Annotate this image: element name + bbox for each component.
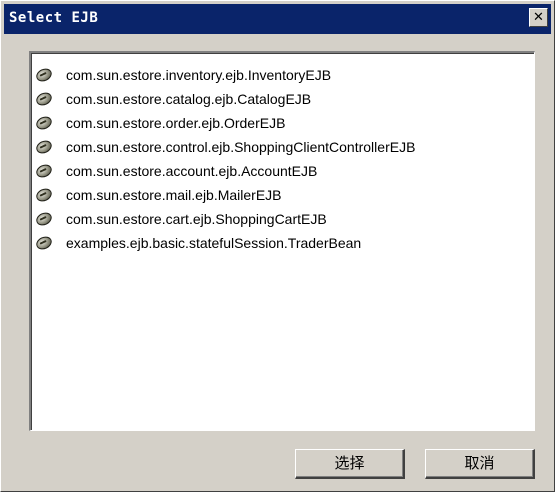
list-item[interactable]: examples.ejb.basic.statefulSession.Trade…	[34, 231, 415, 255]
list-item[interactable]: com.sun.estore.inventory.ejb.InventoryEJ…	[34, 63, 415, 87]
bean-icon	[34, 90, 54, 108]
list-item[interactable]: com.sun.estore.control.ejb.ShoppingClien…	[34, 135, 416, 159]
bean-icon	[34, 162, 54, 180]
close-button[interactable]: ✕	[529, 8, 548, 27]
list-item[interactable]: com.sun.estore.account.ejb.AccountEJB	[34, 159, 415, 183]
title-bar[interactable]: Select EJB ✕	[4, 4, 551, 34]
list-item[interactable]: com.sun.estore.catalog.ejb.CatalogEJB	[34, 87, 415, 111]
bean-icon	[34, 234, 54, 252]
list-item-label: com.sun.estore.order.ejb.OrderEJB	[66, 115, 286, 131]
ejb-listbox[interactable]: com.sun.estore.inventory.ejb.InventoryEJ…	[29, 51, 535, 431]
bean-icon	[34, 66, 54, 84]
dialog-title: Select EJB	[9, 10, 99, 26]
bean-icon	[34, 114, 54, 132]
list-item[interactable]: com.sun.estore.order.ejb.OrderEJB	[34, 111, 415, 135]
bean-icon	[34, 210, 54, 228]
select-ejb-dialog: Select EJB ✕ com.sun.estore.inventory.ej…	[0, 0, 555, 492]
bean-icon	[34, 186, 54, 204]
cancel-button[interactable]: 取消	[425, 449, 535, 479]
bean-icon	[34, 138, 54, 156]
list-item-label: com.sun.estore.control.ejb.ShoppingClien…	[66, 139, 416, 155]
list-item-label: com.sun.estore.cart.ejb.ShoppingCartEJB	[66, 211, 327, 227]
list-item[interactable]: com.sun.estore.mail.ejb.MailerEJB	[34, 183, 415, 207]
list-item[interactable]: com.sun.estore.cart.ejb.ShoppingCartEJB	[34, 207, 415, 231]
ejb-list: com.sun.estore.inventory.ejb.InventoryEJ…	[34, 63, 416, 255]
list-item-label: com.sun.estore.catalog.ejb.CatalogEJB	[66, 91, 312, 107]
close-icon: ✕	[533, 10, 544, 25]
list-item-label: com.sun.estore.mail.ejb.MailerEJB	[66, 187, 282, 203]
list-item-label: com.sun.estore.inventory.ejb.InventoryEJ…	[66, 67, 332, 83]
list-item-label: com.sun.estore.account.ejb.AccountEJB	[66, 163, 318, 179]
select-button[interactable]: 选择	[295, 449, 405, 479]
list-item-label: examples.ejb.basic.statefulSession.Trade…	[66, 235, 362, 251]
